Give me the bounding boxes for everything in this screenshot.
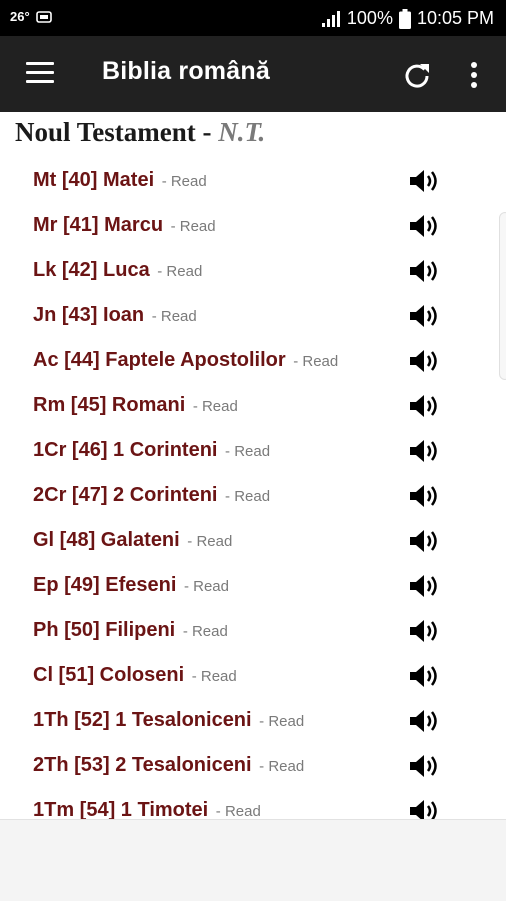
app-title: Biblia română — [102, 57, 270, 85]
section-header: Noul Testament - N.T. — [15, 117, 265, 148]
speaker-icon[interactable] — [408, 437, 440, 465]
signal-icon — [321, 10, 340, 27]
list-item[interactable]: 1Th [52] 1 Tesaloniceni - Read — [0, 699, 506, 744]
speaker-icon[interactable] — [408, 662, 440, 690]
speaker-icon[interactable] — [408, 167, 440, 195]
book-label[interactable]: 2Cr [47] 2 Corinteni — [33, 484, 217, 506]
speaker-icon[interactable] — [408, 752, 440, 780]
app-bar: Biblia română — [0, 36, 506, 112]
book-label[interactable]: Jn [43] Ioan — [33, 304, 144, 326]
read-link[interactable]: - Read — [171, 218, 216, 235]
section-title: Noul Testament - — [15, 117, 219, 147]
speaker-icon[interactable] — [408, 257, 440, 285]
speaker-icon[interactable] — [408, 347, 440, 375]
book-label[interactable]: Lk [42] Luca — [33, 259, 150, 281]
read-link[interactable]: - Read — [193, 398, 238, 415]
list-item[interactable]: 2Cr [47] 2 Corinteni - Read — [0, 474, 506, 519]
bottom-area — [0, 819, 506, 901]
status-left: 26° — [10, 9, 52, 24]
list-item[interactable]: Gl [48] Galateni - Read — [0, 519, 506, 564]
book-link[interactable]: Rm [45] Romani - Read — [33, 394, 238, 417]
read-link[interactable]: - Read — [187, 533, 232, 550]
book-link[interactable]: Jn [43] Ioan - Read — [33, 304, 197, 327]
book-label[interactable]: Ph [50] Filipeni — [33, 619, 175, 641]
read-link[interactable]: - Read — [293, 353, 338, 370]
speaker-icon[interactable] — [408, 302, 440, 330]
menu-icon[interactable] — [26, 62, 54, 86]
temperature-text: 26° — [10, 9, 30, 24]
book-label[interactable]: Ac [44] Faptele Apostolilor — [33, 349, 286, 371]
book-list: Mt [40] Matei - Read Mr [41] Marcu - Read… — [0, 159, 506, 819]
notification-icon — [35, 10, 52, 23]
speaker-icon[interactable] — [408, 797, 440, 819]
read-link[interactable]: - Read — [259, 758, 304, 775]
scroll-indicator[interactable] — [499, 212, 506, 380]
book-link[interactable]: 2Th [53] 2 Tesaloniceni - Read — [33, 754, 304, 777]
list-item[interactable]: 1Cr [46] 1 Corinteni - Read — [0, 429, 506, 474]
list-item[interactable]: Ep [49] Efeseni - Read — [0, 564, 506, 609]
speaker-icon[interactable] — [408, 707, 440, 735]
book-link[interactable]: Cl [51] Coloseni - Read — [33, 664, 237, 687]
battery-percent: 100% — [346, 8, 393, 28]
speaker-icon[interactable] — [408, 527, 440, 555]
book-label[interactable]: 1Cr [46] 1 Corinteni — [33, 439, 217, 461]
read-link[interactable]: - Read — [192, 668, 237, 685]
book-link[interactable]: 1Cr [46] 1 Corinteni - Read — [33, 439, 270, 462]
book-link[interactable]: 2Cr [47] 2 Corinteni - Read — [33, 484, 270, 507]
section-abbr: N.T. — [218, 117, 266, 147]
book-label[interactable]: Gl [48] Galateni — [33, 529, 180, 551]
list-item[interactable]: Mt [40] Matei - Read — [0, 159, 506, 204]
read-link[interactable]: - Read — [259, 713, 304, 730]
speaker-icon[interactable] — [408, 482, 440, 510]
speaker-icon[interactable] — [408, 212, 440, 240]
list-item[interactable]: Jn [43] Ioan - Read — [0, 294, 506, 339]
book-link[interactable]: Gl [48] Galateni - Read — [33, 529, 232, 552]
book-label[interactable]: Ep [49] Efeseni — [33, 574, 176, 596]
more-vert-icon[interactable] — [464, 60, 484, 90]
speaker-icon[interactable] — [408, 392, 440, 420]
book-label[interactable]: Mt [40] Matei — [33, 169, 154, 191]
read-link[interactable]: - Read — [162, 173, 207, 190]
clock-text: 10:05 PM — [416, 8, 494, 28]
book-link[interactable]: Ep [49] Efeseni - Read — [33, 574, 229, 597]
book-link[interactable]: Mr [41] Marcu - Read — [33, 214, 216, 237]
book-label[interactable]: Mr [41] Marcu — [33, 214, 163, 236]
book-link[interactable]: Ph [50] Filipeni - Read — [33, 619, 228, 642]
read-link[interactable]: - Read — [184, 578, 229, 595]
read-link[interactable]: - Read — [225, 443, 270, 460]
list-item[interactable]: 2Th [53] 2 Tesaloniceni - Read — [0, 744, 506, 789]
status-right: 100% 10:05 PM — [321, 8, 494, 29]
read-link[interactable]: - Read — [157, 263, 202, 280]
book-label[interactable]: Rm [45] Romani — [33, 394, 185, 416]
read-link[interactable]: - Read — [152, 308, 197, 325]
list-item[interactable]: 1Tm [54] 1 Timotei - Read — [0, 789, 506, 819]
book-link[interactable]: Lk [42] Luca - Read — [33, 259, 202, 282]
refresh-icon[interactable] — [402, 60, 432, 90]
read-link[interactable]: - Read — [225, 488, 270, 505]
book-label[interactable]: 2Th [53] 2 Tesaloniceni — [33, 754, 252, 776]
book-label[interactable]: 1Tm [54] 1 Timotei — [33, 799, 208, 819]
list-item[interactable]: Rm [45] Romani - Read — [0, 384, 506, 429]
book-label[interactable]: 1Th [52] 1 Tesaloniceni — [33, 709, 252, 731]
book-link[interactable]: Mt [40] Matei - Read — [33, 169, 207, 192]
speaker-icon[interactable] — [408, 572, 440, 600]
book-link[interactable]: 1Th [52] 1 Tesaloniceni - Read — [33, 709, 304, 732]
read-link[interactable]: - Read — [183, 623, 228, 640]
speaker-icon[interactable] — [408, 617, 440, 645]
book-link[interactable]: 1Tm [54] 1 Timotei - Read — [33, 799, 261, 819]
book-link[interactable]: Ac [44] Faptele Apostolilor - Read — [33, 349, 338, 372]
list-item[interactable]: Ph [50] Filipeni - Read — [0, 609, 506, 654]
list-item[interactable]: Cl [51] Coloseni - Read — [0, 654, 506, 699]
book-label[interactable]: Cl [51] Coloseni — [33, 664, 184, 686]
battery-icon — [398, 8, 411, 29]
list-item[interactable]: Lk [42] Luca - Read — [0, 249, 506, 294]
read-link[interactable]: - Read — [216, 803, 261, 819]
list-item[interactable]: Mr [41] Marcu - Read — [0, 204, 506, 249]
list-item[interactable]: Ac [44] Faptele Apostolilor - Read — [0, 339, 506, 384]
status-bar: 26° 100% 10:05 PM — [0, 0, 506, 36]
